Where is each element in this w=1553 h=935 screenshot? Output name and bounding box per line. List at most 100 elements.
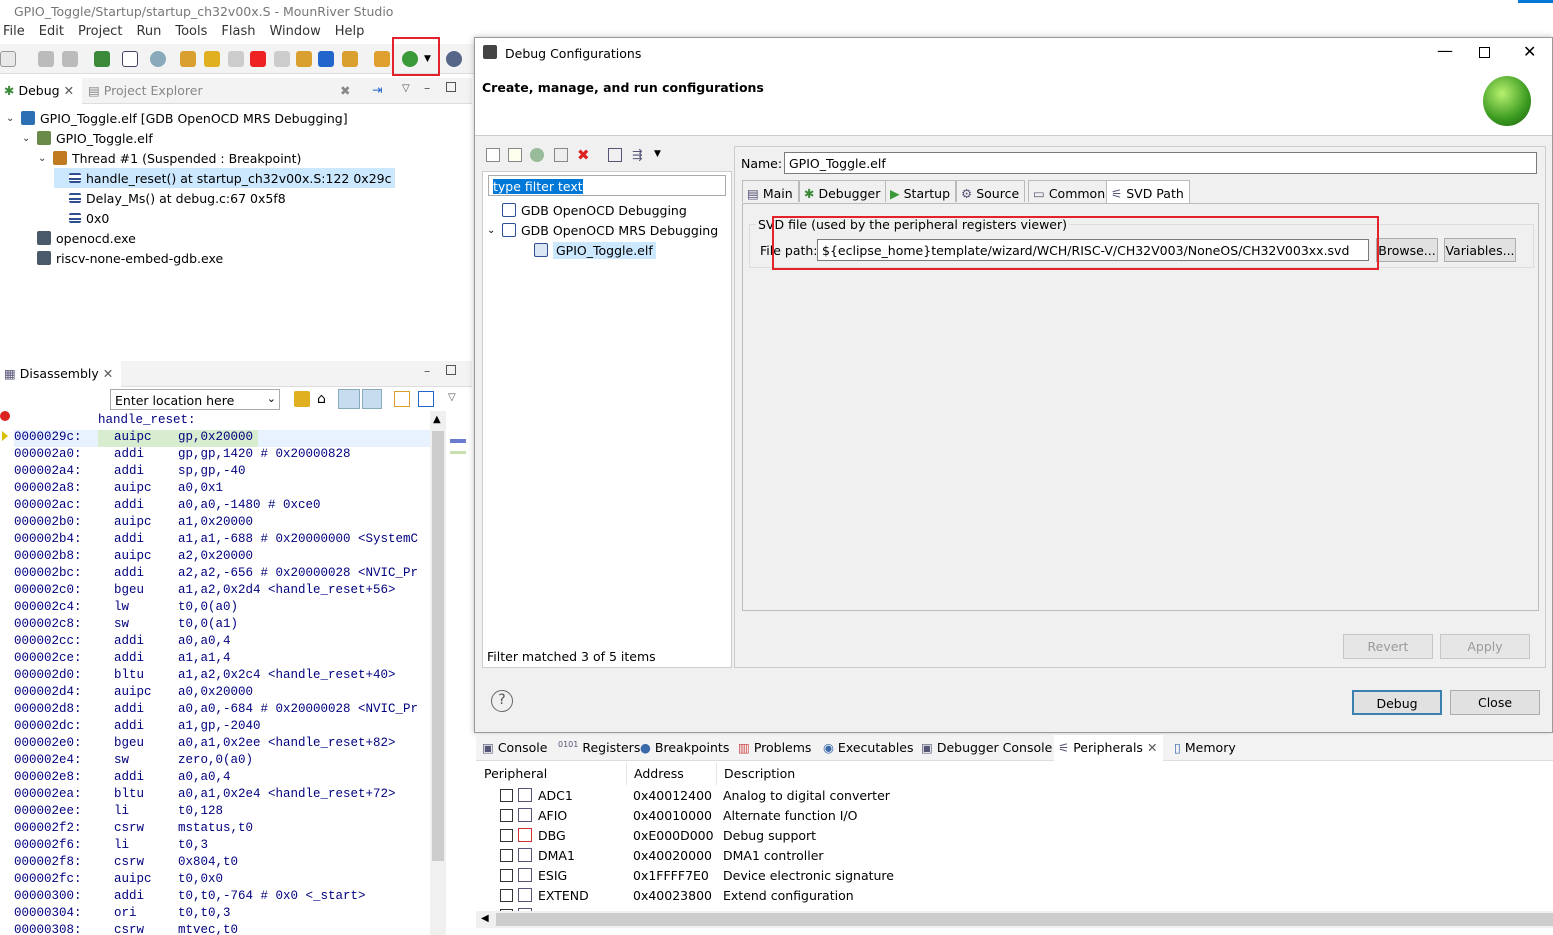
- disassembly-row[interactable]: 000002dc: addi a1,gp,-2040: [14, 719, 430, 736]
- maximize-icon[interactable]: [446, 82, 456, 92]
- minimize-icon[interactable]: –: [424, 363, 430, 378]
- col-header-address[interactable]: Address: [634, 766, 684, 781]
- tab-peripherals[interactable]: ⚟ Peripherals ✕: [1054, 735, 1164, 761]
- chevron-down-icon[interactable]: ⌄: [22, 133, 32, 144]
- peripheral-checkbox[interactable]: [500, 909, 513, 911]
- config-tree-item[interactable]: GDB OpenOCD Debugging: [487, 200, 687, 220]
- name-field[interactable]: GPIO_Toggle.elf: [784, 152, 1537, 174]
- debug-tree-item[interactable]: handle_reset() at startup_ch32v00x.S:122…: [54, 168, 396, 188]
- peripheral-row[interactable]: EXTEND 0x40023800 Extend configuration: [484, 885, 1553, 905]
- maximize-window-icon[interactable]: [1479, 47, 1490, 58]
- use-step-filters-icon[interactable]: [374, 51, 390, 67]
- tab-common[interactable]: ▭ Common: [1028, 180, 1112, 202]
- peripheral-checkbox[interactable]: [500, 849, 513, 862]
- view-menu-icon[interactable]: ▽: [402, 83, 410, 94]
- config-tree-item[interactable]: GPIO_Toggle.elf: [519, 240, 656, 260]
- tab-registers[interactable]: 0101 Registers: [554, 735, 646, 761]
- tab-disassembly[interactable]: ▦ Disassembly ✕: [0, 361, 122, 387]
- menu-help[interactable]: Help: [328, 22, 372, 42]
- scroll-thumb[interactable]: [432, 431, 444, 861]
- disassembly-row[interactable]: 00000300: addi t0,t0,-764 # 0x0 <_start>: [14, 889, 430, 906]
- tab-debug[interactable]: ✱ Debug ✕: [0, 78, 83, 104]
- debug-tree-item[interactable]: openocd.exe: [22, 228, 136, 248]
- new-config-icon[interactable]: [486, 148, 500, 162]
- collapse-all-icon[interactable]: [608, 148, 622, 162]
- disassembly-row[interactable]: 000002cc: addi a0,a0,4: [14, 634, 430, 651]
- menu-window[interactable]: Window: [262, 22, 327, 42]
- peripheral-row[interactable]: DBG 0xE000D000 Debug support: [484, 825, 1553, 845]
- new-prototype-icon[interactable]: [508, 148, 522, 162]
- peripheral-row[interactable]: ADC1 0x40012400 Analog to digital converte…: [484, 785, 1553, 805]
- minimize-icon[interactable]: –: [424, 80, 430, 95]
- filter-icon[interactable]: ⇶: [632, 147, 642, 162]
- scroll-left-icon[interactable]: ◀: [481, 913, 489, 924]
- disassembly-row[interactable]: 000002fc: auipc t0,0x0: [14, 872, 430, 889]
- close-button[interactable]: Close: [1450, 690, 1540, 715]
- tab-debugger[interactable]: ✱ Debugger: [799, 180, 887, 202]
- step-into-icon[interactable]: [296, 51, 312, 67]
- peripheral-row[interactable]: DMA1 0x40020000 DMA1 controller: [484, 845, 1553, 865]
- scroll-up-icon[interactable]: ▲: [433, 414, 441, 425]
- disassembly-row[interactable]: 000002e4: sw zero,0(a0): [14, 753, 430, 770]
- new-icon[interactable]: [0, 51, 16, 67]
- build-icon[interactable]: [94, 51, 110, 67]
- peripheral-checkbox[interactable]: [500, 889, 513, 902]
- debug-tree-item[interactable]: riscv-none-embed-gdb.exe: [22, 248, 223, 268]
- chevron-down-icon[interactable]: ⌄: [6, 113, 16, 124]
- save-icon[interactable]: [38, 51, 54, 67]
- disassembly-row[interactable]: 000002ea: bltu a0,a1,0x2e4 <handle_reset+7…: [14, 787, 430, 804]
- disassembly-row[interactable]: 00000308: csrw mtvec,t0: [14, 923, 430, 935]
- disassembly-row[interactable]: 000002e8: addi a0,a0,4: [14, 770, 430, 787]
- tab-console[interactable]: ▣ Console: [478, 735, 553, 761]
- search-icon[interactable]: [446, 51, 462, 67]
- peripheral-checkbox[interactable]: [500, 869, 513, 882]
- disassembly-row[interactable]: 0000029c: auipc gp,0x20000: [14, 430, 430, 447]
- export-icon[interactable]: [530, 148, 544, 162]
- console-icon[interactable]: [122, 51, 138, 67]
- tab-executables[interactable]: ◉ Executables: [819, 735, 920, 761]
- disassembly-row[interactable]: 000002d8: addi a0,a0,-684 # 0x20000028 <NV…: [14, 702, 430, 719]
- disassembly-row[interactable]: 000002ac: addi a0,a0,-1480 # 0xce0: [14, 498, 430, 515]
- step-filters-icon[interactable]: ⇥: [372, 82, 382, 97]
- config-tree-item[interactable]: ⌄ GDB OpenOCD MRS Debugging: [487, 220, 718, 240]
- debug-button[interactable]: Debug: [1352, 690, 1442, 715]
- link-with-editor-icon[interactable]: [294, 391, 310, 407]
- tab-project-explorer[interactable]: ▤ Project Explorer: [84, 78, 211, 104]
- terminate-icon[interactable]: [250, 51, 266, 67]
- disassembly-row[interactable]: 000002f6: li t0,3: [14, 838, 430, 855]
- disassembly-row[interactable]: 000002ee: li t0,128: [14, 804, 430, 821]
- skip-breakpoints-icon[interactable]: [150, 51, 166, 67]
- refresh-icon[interactable]: [362, 389, 382, 409]
- tab-source[interactable]: ⚙ Source: [956, 180, 1026, 202]
- peripheral-row[interactable]: AFIO 0x40010000 Alternate function I/O: [484, 805, 1553, 825]
- disassembly-row[interactable]: 000002ce: addi a1,a1,4: [14, 651, 430, 668]
- filter-dropdown-icon[interactable]: ▼: [654, 149, 661, 159]
- minimize-window-icon[interactable]: —: [1437, 41, 1453, 60]
- remove-all-terminated-icon[interactable]: ✖: [340, 83, 350, 98]
- chevron-down-icon[interactable]: ⌄: [487, 225, 497, 236]
- disconnect-icon[interactable]: [274, 51, 290, 67]
- tab-memory[interactable]: ▯ Memory: [1170, 735, 1242, 761]
- close-window-icon[interactable]: ✕: [1523, 42, 1536, 61]
- delete-icon[interactable]: ✖: [577, 146, 590, 164]
- disassembly-row[interactable]: 000002e0: bgeu a0,a1,0x2ee <handle_reset+8…: [14, 736, 430, 753]
- disassembly-row[interactable]: 000002d4: auipc a0,0x20000: [14, 685, 430, 702]
- menu-tools[interactable]: Tools: [168, 22, 214, 42]
- debug-tree-item[interactable]: 0x0: [54, 208, 109, 228]
- disassembly-row[interactable]: 000002f2: csrw mstatus,t0: [14, 821, 430, 838]
- resume-debug-icon[interactable]: [180, 51, 196, 67]
- disassembly-row[interactable]: 000002a8: auipc a0,0x1: [14, 481, 430, 498]
- peripheral-checkbox[interactable]: [500, 809, 513, 822]
- duplicate-icon[interactable]: [554, 148, 568, 162]
- menu-run[interactable]: Run: [129, 22, 168, 42]
- col-header-description[interactable]: Description: [724, 766, 795, 781]
- disassembly-row[interactable]: 000002c4: lw t0,0(a0): [14, 600, 430, 617]
- new-view-icon[interactable]: [394, 391, 410, 407]
- disassembly-row[interactable]: 000002b4: addi a1,a1,-688 # 0x20000000 <Sy…: [14, 532, 430, 549]
- maximize-icon[interactable]: [446, 365, 456, 375]
- disassembly-row[interactable]: 000002a0: addi gp,gp,1420 # 0x20000828: [14, 447, 430, 464]
- debug-tree-item[interactable]: ⌄ Thread #1 (Suspended : Breakpoint): [38, 148, 301, 168]
- disassembly-row[interactable]: 00000304: ori t0,t0,3: [14, 906, 430, 923]
- tab-debugger-console[interactable]: ▣ Debugger Console: [917, 735, 1058, 761]
- disassembly-row[interactable]: 000002a4: addi sp,gp,-40: [14, 464, 430, 481]
